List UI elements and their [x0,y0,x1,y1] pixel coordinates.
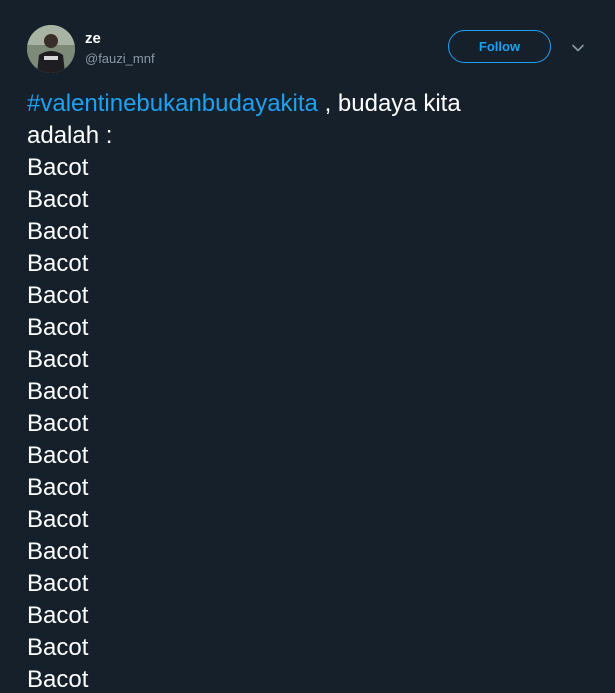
avatar[interactable] [27,25,75,73]
tweet-line-repeated: Bacot [27,538,89,565]
tweet-line-2: adalah : [27,122,113,149]
tweet-line-repeated: Bacot [27,282,89,309]
user-handle[interactable]: @fauzi_mnf [85,51,155,67]
tweet-intro-text: , budaya kita [317,90,461,117]
tweet-line-repeated: Bacot [27,634,89,661]
tweet-line-1: #valentinebukanbudayakita , budaya kita [27,88,597,120]
tweet-line-repeated: Bacot [27,218,89,245]
tweet-line-repeated: Bacot [27,506,89,533]
tweet-line-repeated: Bacot [27,602,89,629]
follow-button[interactable]: Follow [448,30,551,63]
tweet-line-repeated: Bacot [27,474,89,501]
tweet-header: ze @fauzi_mnf Follow [0,0,615,90]
tweet-line-repeated: Bacot [27,314,89,341]
tweet-line-repeated: Bacot [27,346,89,373]
tweet-line-repeated: Bacot [27,442,89,469]
tweet-line-repeated: Bacot [27,570,89,597]
tweet-text: #valentinebukanbudayakita , budaya kita … [27,88,597,693]
chevron-down-icon[interactable] [570,40,586,56]
avatar-image [27,25,75,73]
tweet-line-repeated: Bacot [27,378,89,405]
tweet-line-repeated: Bacot [27,410,89,437]
repeated-lines: Bacot Bacot Bacot Bacot Bacot Bacot Bacot Bacot… [27,152,597,693]
hashtag-link[interactable]: #valentinebukanbudayakita [27,90,318,117]
tweet-line-repeated: Bacot [27,250,89,277]
tweet-line-repeated: Bacot [27,154,89,181]
tweet-line-repeated: Bacot [27,186,89,213]
follow-button-label: Follow [478,39,521,54]
display-name[interactable]: ze [85,30,101,48]
tweet-line-repeated: Bacot [27,666,89,693]
